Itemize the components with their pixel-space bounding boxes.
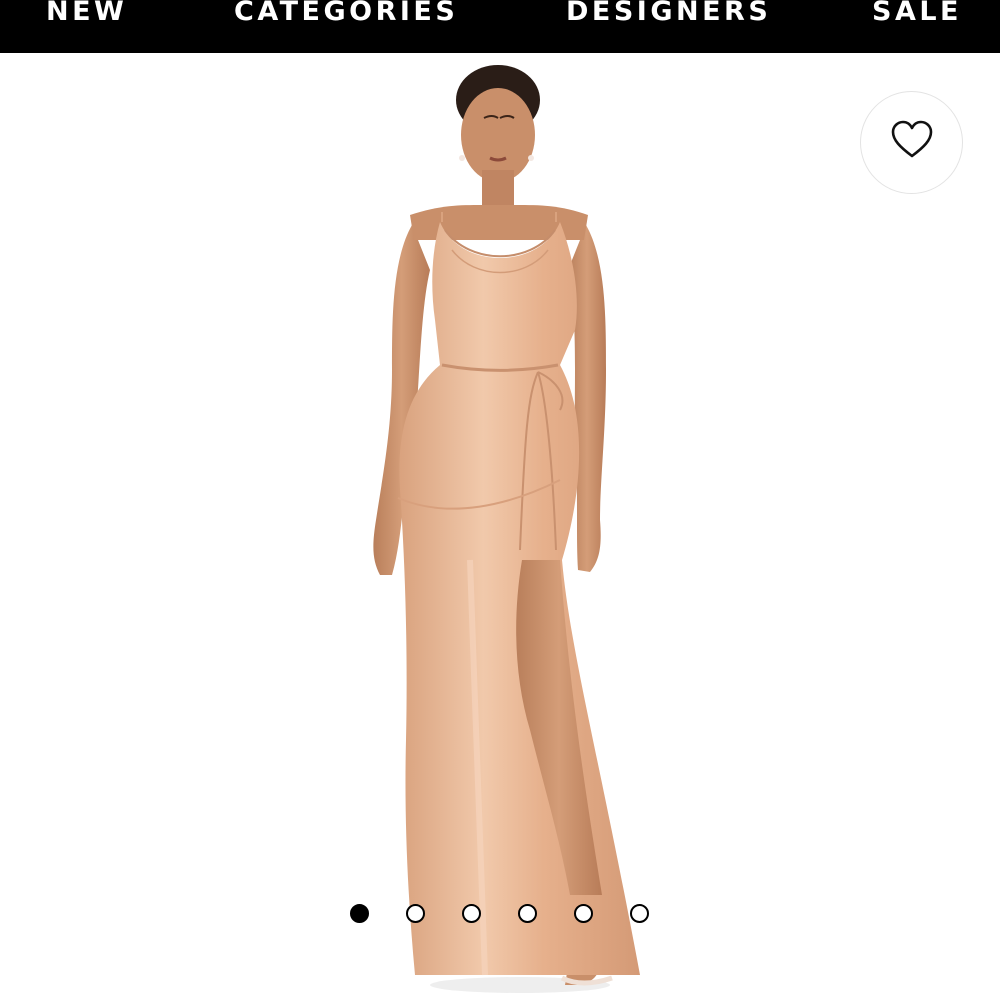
- top-navigation-bar: NEW CATEGORIES DESIGNERS SALE: [0, 0, 1000, 53]
- nav-sale-link[interactable]: SALE: [872, 0, 962, 30]
- carousel-dot[interactable]: [462, 904, 481, 923]
- nav-designers-link[interactable]: DESIGNERS: [566, 0, 771, 30]
- product-image[interactable]: [0, 53, 1000, 1000]
- carousel-dot[interactable]: [574, 904, 593, 923]
- wishlist-button[interactable]: [860, 91, 963, 194]
- nav-categories-link[interactable]: CATEGORIES: [234, 0, 458, 30]
- carousel-dot[interactable]: [518, 904, 537, 923]
- carousel-dot[interactable]: [406, 904, 425, 923]
- carousel-dot[interactable]: [630, 904, 649, 923]
- carousel-pagination: [0, 904, 1000, 924]
- carousel-dot[interactable]: [350, 904, 369, 923]
- heart-outline-icon: [890, 120, 934, 165]
- nav-new-link[interactable]: NEW: [46, 0, 127, 30]
